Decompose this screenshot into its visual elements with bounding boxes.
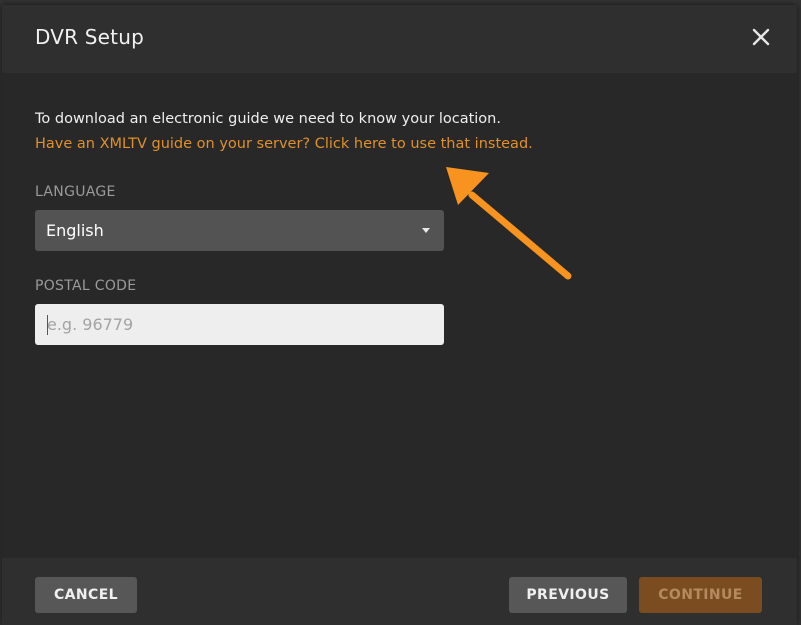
postal-code-label: POSTAL CODE	[35, 278, 137, 294]
previous-button[interactable]: PREVIOUS	[509, 577, 627, 613]
caret-down-icon	[422, 228, 430, 233]
dvr-setup-dialog: DVR Setup To download an electronic guid…	[2, 5, 797, 625]
dialog-title: DVR Setup	[35, 25, 144, 49]
continue-button[interactable]: CONTINUE	[639, 577, 762, 613]
language-select[interactable]: English	[35, 210, 444, 251]
text-cursor	[47, 315, 48, 335]
dialog-footer: CANCEL PREVIOUS CONTINUE	[2, 558, 797, 625]
intro-text: To download an electronic guide we need …	[35, 111, 501, 127]
close-icon	[752, 28, 770, 46]
arrow-pointer-icon	[446, 167, 572, 280]
language-label: LANGUAGE	[35, 184, 116, 200]
close-button[interactable]	[748, 24, 774, 50]
cancel-button[interactable]: CANCEL	[35, 577, 137, 613]
xmltv-guide-link[interactable]: Have an XMLTV guide on your server? Clic…	[35, 136, 533, 152]
postal-code-input[interactable]	[35, 304, 444, 345]
dialog-header: DVR Setup	[2, 5, 797, 73]
language-selected-value: English	[46, 221, 104, 240]
